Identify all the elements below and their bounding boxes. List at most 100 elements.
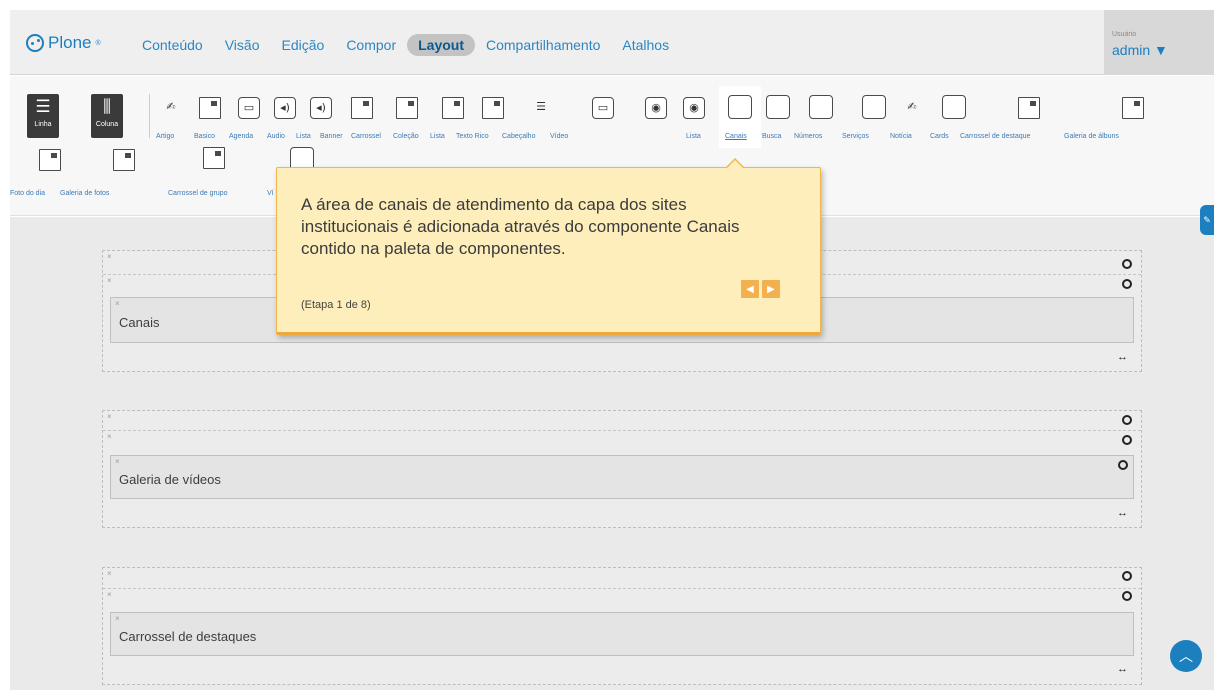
numbers-icon[interactable] xyxy=(809,95,833,119)
photo-of-day-icon[interactable] xyxy=(39,149,61,171)
rich-text-icon[interactable]: ☰ xyxy=(530,97,552,119)
add-column-button[interactable]: ⫼ Coluna xyxy=(91,94,123,138)
nav-item-visao[interactable]: Visão xyxy=(214,34,271,56)
left-page-edge xyxy=(0,0,10,690)
component-label-lista[interactable]: Lista xyxy=(430,133,445,140)
header-icon[interactable]: ▭ xyxy=(592,97,614,119)
component-label-cabecalho[interactable]: Cabeçalho xyxy=(502,133,535,140)
nav-item-layout[interactable]: Layout xyxy=(407,34,475,56)
user-menu[interactable]: Usuário admin ▼ xyxy=(1104,10,1214,75)
nav-item-atalhos[interactable]: Atalhos xyxy=(611,34,680,56)
component-label-agenda[interactable]: Agenda xyxy=(229,133,253,140)
side-feedback-tab[interactable]: ✎ xyxy=(1200,205,1214,235)
featured-carousel-icon[interactable] xyxy=(1018,97,1040,119)
nav-item-edicao[interactable]: Edição xyxy=(271,34,336,56)
column-resize-icon[interactable]: ↔ xyxy=(1117,507,1128,519)
user-label: Usuário xyxy=(1112,31,1137,38)
nav-item-compor[interactable]: Compor xyxy=(335,34,407,56)
add-row-button[interactable]: ☰ Linha xyxy=(27,94,59,138)
chevron-up-icon: ︿ xyxy=(1179,648,1193,664)
basic-icon[interactable] xyxy=(199,97,221,119)
column-resize-icon[interactable]: ↔ xyxy=(1117,351,1128,363)
nav-item-compartilhamento[interactable]: Compartilhamento xyxy=(475,34,611,56)
audio-icon[interactable]: ◂) xyxy=(274,97,296,119)
component-label-lista-video[interactable]: Lista xyxy=(686,133,701,140)
component-label-lista-audio[interactable]: Lista xyxy=(296,133,311,140)
column-remove-icon[interactable]: × xyxy=(107,276,112,285)
banner-icon[interactable] xyxy=(351,97,373,119)
plone-logo-registered: ® xyxy=(95,39,101,47)
column-drag-handle-icon[interactable] xyxy=(1122,279,1132,289)
group-carousel-icon[interactable] xyxy=(203,147,225,169)
component-label-canais[interactable]: Canais xyxy=(725,133,747,140)
layout-row[interactable]: × × × Galeria de vídeos xyxy=(102,410,1142,528)
scroll-to-top-button[interactable]: ︿ xyxy=(1170,640,1202,672)
collection-icon[interactable] xyxy=(442,97,464,119)
user-name[interactable]: admin ▼ xyxy=(1112,42,1168,58)
row-drag-handle-icon[interactable] xyxy=(1122,259,1132,269)
component-label-carrossel-destaque[interactable]: Carrossel de destaque xyxy=(960,133,1030,140)
component-label-artigo[interactable]: Artigo xyxy=(156,133,174,140)
list-icon[interactable] xyxy=(482,97,504,119)
component-label-audio[interactable]: Audio xyxy=(267,133,285,140)
column-resize-icon[interactable]: ↔ xyxy=(1117,663,1128,675)
component-label-colecao[interactable]: Coleção xyxy=(393,133,419,140)
row-remove-icon[interactable]: × xyxy=(107,252,112,261)
component-label-foto-do-dia[interactable]: Foto do dia xyxy=(10,190,45,197)
article-icon[interactable]: ✍ xyxy=(160,97,182,119)
tile-remove-icon[interactable]: × xyxy=(115,614,120,623)
row-remove-icon[interactable]: × xyxy=(107,412,112,421)
news-icon[interactable]: ✍ xyxy=(901,97,923,119)
tile-title: Canais xyxy=(119,315,160,330)
column-remove-icon[interactable]: × xyxy=(107,590,112,599)
search-tile-icon[interactable] xyxy=(766,95,790,119)
channels-icon[interactable] xyxy=(728,95,752,119)
layout-row[interactable]: × × × Carrossel de destaques xyxy=(102,567,1142,685)
component-label-texto-rico[interactable]: Texto Rico xyxy=(456,133,489,140)
tooltip-step-counter: (Etapa 1 de 8) xyxy=(301,299,371,311)
nav-item-conteudo[interactable]: Conteúdo xyxy=(131,34,214,56)
component-label-noticia[interactable]: Notícia xyxy=(890,133,912,140)
component-label-servicos[interactable]: Serviços xyxy=(842,133,869,140)
component-label-numeros[interactable]: Números xyxy=(794,133,822,140)
component-label-video[interactable]: Vídeo xyxy=(550,133,568,140)
plone-logo[interactable]: Plone ® xyxy=(26,33,101,53)
tooltip-message: A área de canais de atendimento da capa … xyxy=(301,195,740,258)
video-list-icon[interactable]: ◉ xyxy=(683,97,705,119)
cards-icon[interactable] xyxy=(942,95,966,119)
layout-column[interactable]: × × Galeria de vídeos xyxy=(103,430,1141,527)
column-drag-handle-icon[interactable] xyxy=(1122,591,1132,601)
tile-galeria-de-videos[interactable]: × Galeria de vídeos xyxy=(110,455,1134,499)
component-label-banner[interactable]: Banner xyxy=(320,133,343,140)
tooltip-prev-button[interactable]: ◀ xyxy=(741,280,759,298)
layout-column[interactable]: × × Carrossel de destaques xyxy=(103,588,1141,684)
component-label-carrossel[interactable]: Carrossel xyxy=(351,133,381,140)
row-drag-handle-icon[interactable] xyxy=(1122,571,1132,581)
video-icon[interactable]: ◉ xyxy=(645,97,667,119)
component-label-video-partial[interactable]: Ví xyxy=(267,190,274,197)
tile-remove-icon[interactable]: × xyxy=(115,457,120,466)
audio-list-icon[interactable]: ◂) xyxy=(310,97,332,119)
component-label-galeria-fotos[interactable]: Galeria de fotos xyxy=(60,190,109,197)
agenda-icon[interactable]: ▭ xyxy=(238,97,260,119)
column-remove-icon[interactable]: × xyxy=(107,432,112,441)
plone-logo-text: Plone xyxy=(48,33,92,52)
component-label-busca[interactable]: Busca xyxy=(762,133,781,140)
photo-gallery-icon[interactable] xyxy=(113,149,135,171)
carousel-icon[interactable] xyxy=(396,97,418,119)
column-drag-handle-icon[interactable] xyxy=(1122,435,1132,445)
row-drag-handle-icon[interactable] xyxy=(1122,415,1132,425)
album-gallery-icon[interactable] xyxy=(1122,97,1144,119)
component-label-carrossel-grupo[interactable]: Carrossel de grupo xyxy=(168,190,228,197)
services-icon[interactable] xyxy=(862,95,886,119)
component-label-galeria-albuns[interactable]: Galeria de álbuns xyxy=(1064,133,1119,140)
add-column-label: Coluna xyxy=(95,121,119,128)
row-remove-icon[interactable]: × xyxy=(107,569,112,578)
component-label-cards[interactable]: Cards xyxy=(930,133,949,140)
tile-carrossel-de-destaques[interactable]: × Carrossel de destaques xyxy=(110,612,1134,656)
tile-remove-icon[interactable]: × xyxy=(115,299,120,308)
component-label-basico[interactable]: Basico xyxy=(194,133,215,140)
tour-tooltip: A área de canais de atendimento da capa … xyxy=(276,158,821,335)
tooltip-next-button[interactable]: ▶ xyxy=(762,280,780,298)
tile-drag-handle-icon[interactable] xyxy=(1118,460,1128,470)
